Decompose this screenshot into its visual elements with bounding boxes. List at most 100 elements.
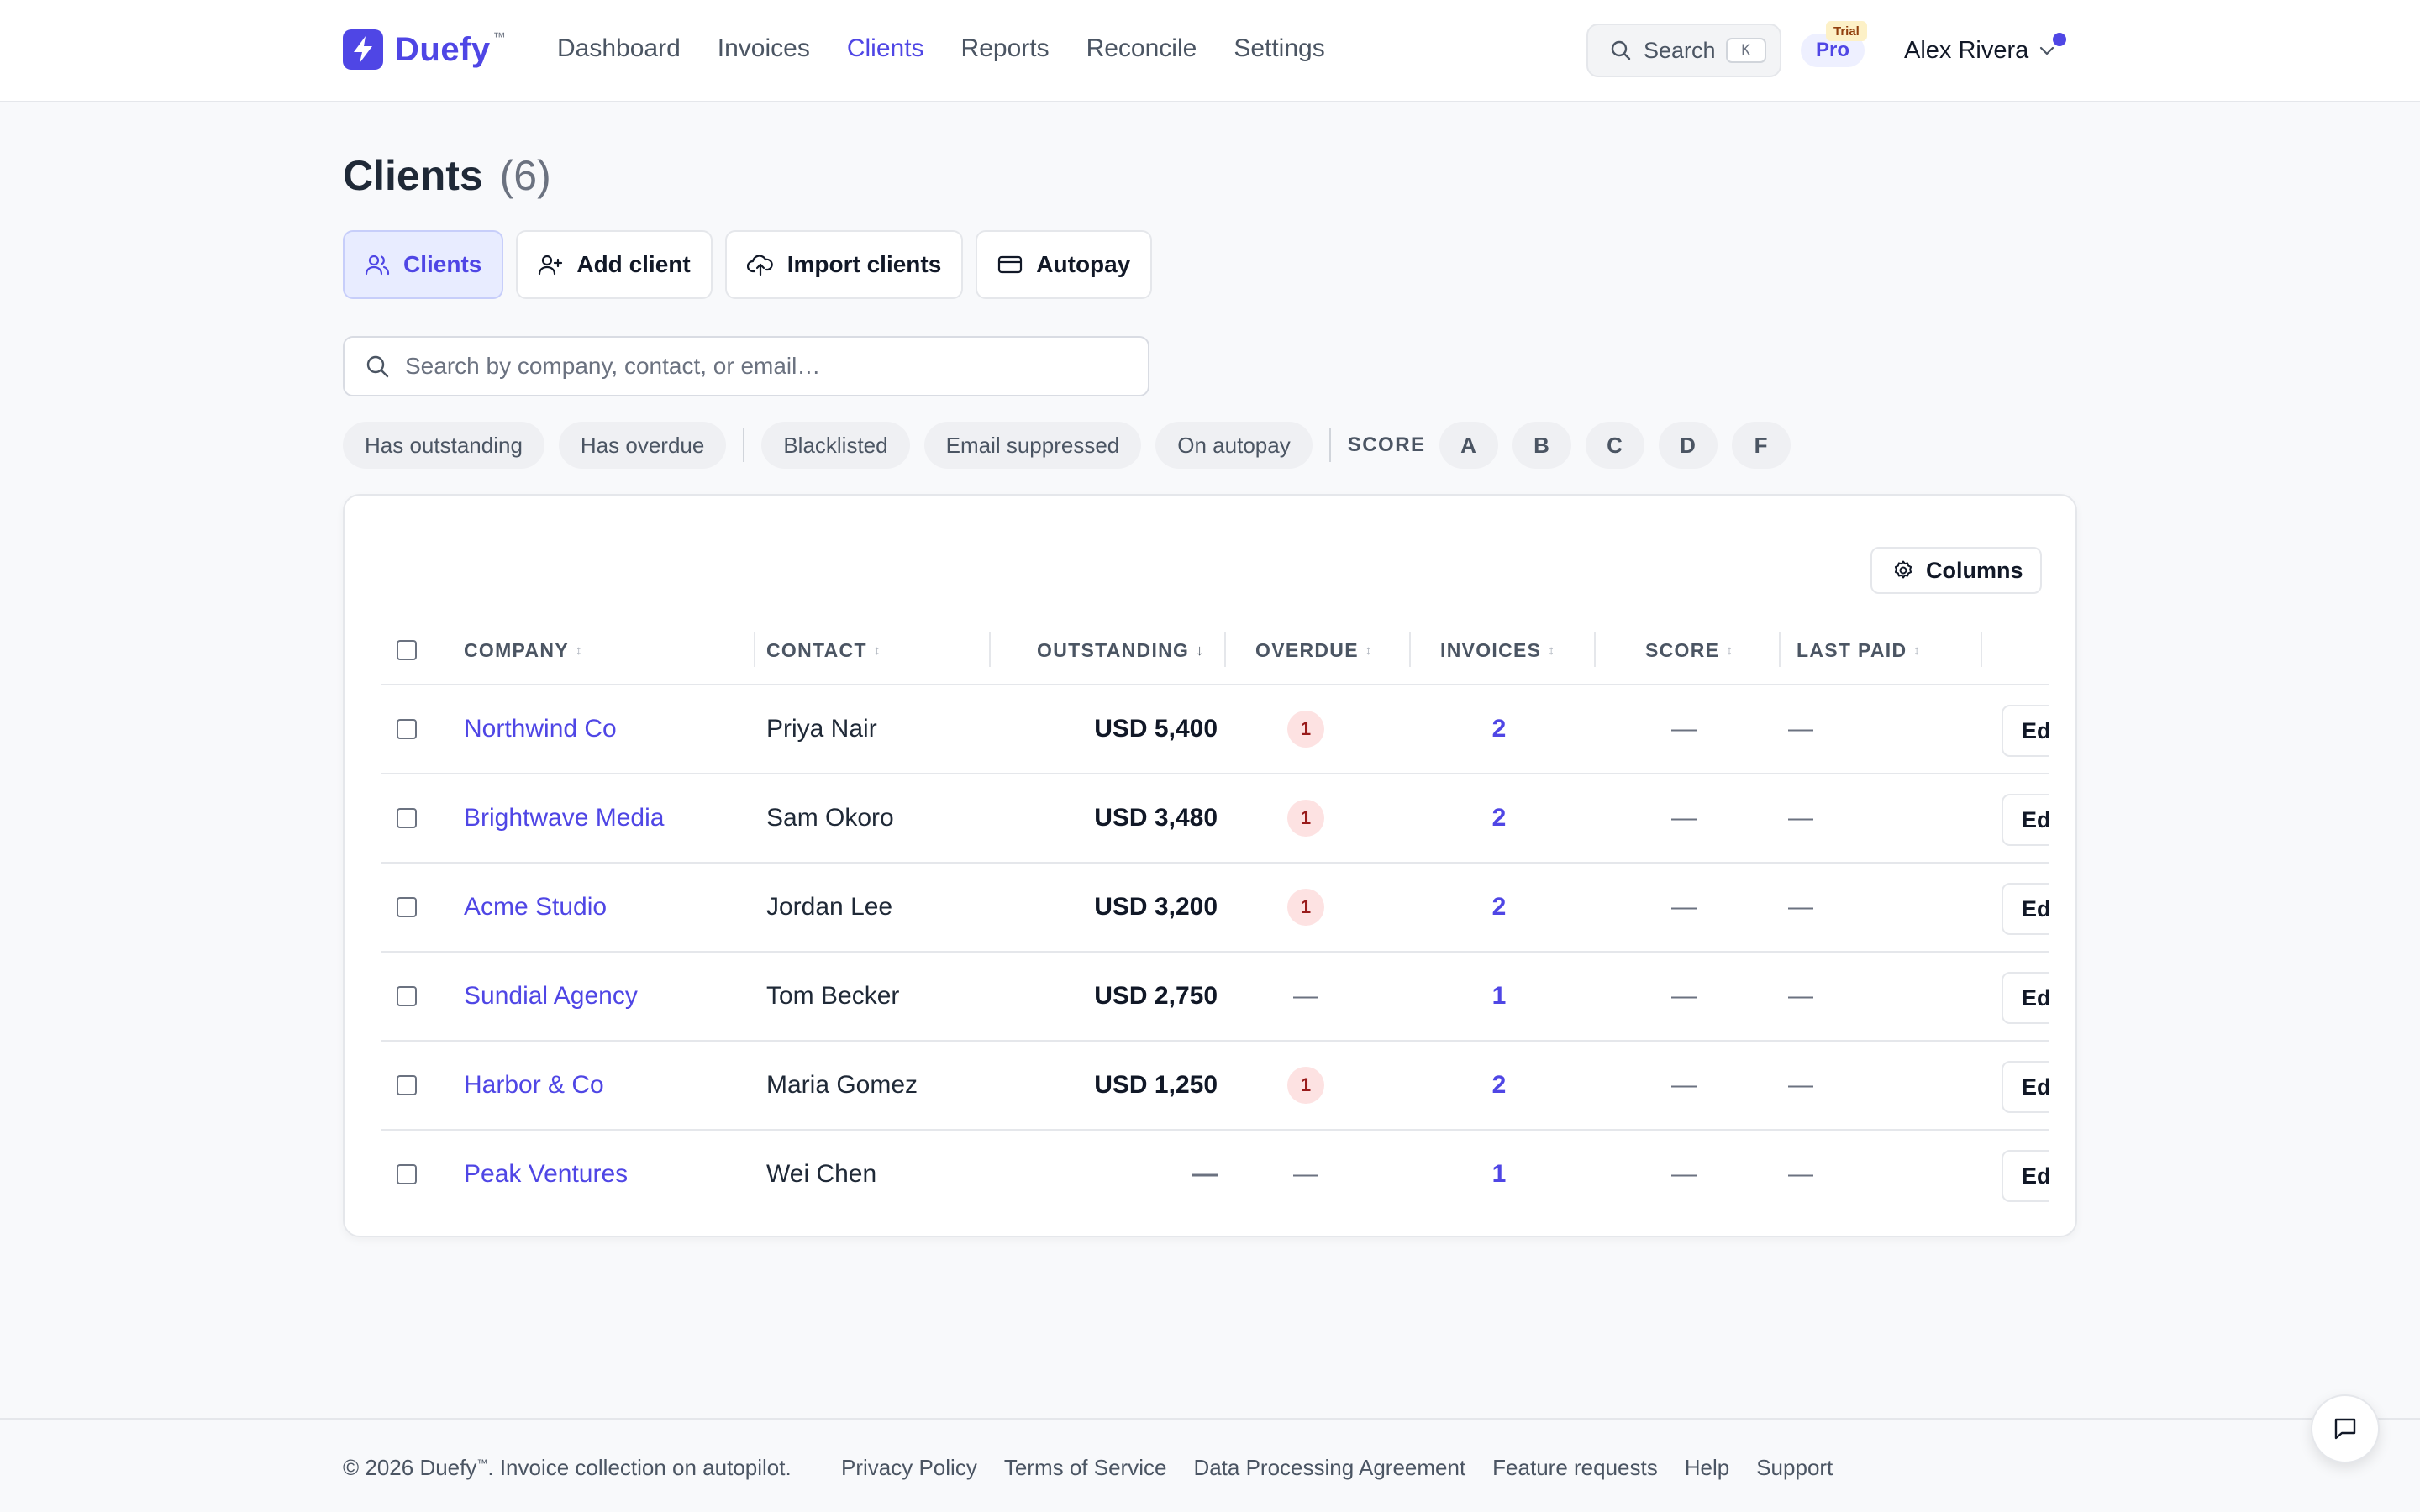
bolt-icon: [343, 29, 383, 70]
outstanding-amount: USD 3,200: [1094, 893, 1218, 921]
overdue-cell: 1: [1230, 1042, 1381, 1129]
table-row[interactable]: Acme Studio Jordan Lee USD 3,200 1 2 — —…: [381, 864, 2049, 953]
score-filter-a[interactable]: A: [1439, 422, 1498, 469]
table-row[interactable]: Peak Ventures Wei Chen — — 1 — — Edi: [381, 1131, 2049, 1220]
footer-dpa[interactable]: Data Processing Agreement: [1193, 1455, 1465, 1481]
header-last-paid[interactable]: LAST PAID ↕: [1797, 615, 1920, 685]
search-shortcut-key: K: [1725, 38, 1766, 63]
filter-blacklisted[interactable]: Blacklisted: [761, 422, 910, 469]
chat-bubble-icon: [2332, 1415, 2359, 1442]
column-divider: [989, 632, 991, 667]
sort-icon: ↕: [1548, 643, 1555, 658]
global-search-button[interactable]: Search K: [1586, 24, 1781, 77]
contact-name: Wei Chen: [766, 1160, 877, 1188]
header-invoices[interactable]: INVOICES ↕: [1440, 615, 1555, 685]
row-checkbox[interactable]: [397, 719, 417, 739]
score-cell: —: [1671, 804, 1697, 832]
invoice-count-link[interactable]: 1: [1492, 982, 1507, 1011]
table-row[interactable]: Brightwave Media Sam Okoro USD 3,480 1 2…: [381, 774, 2049, 864]
header-overdue[interactable]: OVERDUE ↕: [1255, 615, 1371, 685]
nav-settings[interactable]: Settings: [1234, 32, 1324, 66]
row-checkbox[interactable]: [397, 1075, 417, 1095]
company-link[interactable]: Brightwave Media: [464, 774, 664, 862]
score-cell: —: [1671, 1160, 1697, 1188]
table-row[interactable]: Northwind Co Priya Nair USD 5,400 1 2 — …: [381, 685, 2049, 774]
company-link[interactable]: Northwind Co: [464, 685, 617, 773]
copyright-trademark: ™: [476, 1457, 488, 1470]
tab-autopay[interactable]: Autopay: [976, 230, 1153, 299]
score-filter-f[interactable]: F: [1731, 422, 1791, 469]
filter-on-autopay[interactable]: On autopay: [1155, 422, 1313, 469]
brand-logo[interactable]: Duefy ™: [343, 29, 506, 71]
last-paid-cell: —: [1788, 804, 1813, 832]
nav-reconcile[interactable]: Reconcile: [1086, 32, 1197, 66]
score-cell: —: [1671, 982, 1697, 1010]
edit-button[interactable]: Edi: [2002, 794, 2049, 846]
overdue-empty: —: [1293, 982, 1318, 1010]
tab-add-client[interactable]: Add client: [516, 230, 713, 299]
invoice-count-link[interactable]: 1: [1492, 1160, 1507, 1189]
score-filter-d[interactable]: D: [1658, 422, 1718, 469]
nav-clients[interactable]: Clients: [847, 32, 924, 66]
filter-email-suppressed[interactable]: Email suppressed: [923, 422, 1142, 469]
header-contact[interactable]: CONTACT ↕: [766, 615, 880, 685]
header-company[interactable]: COMPANY ↕: [464, 615, 581, 685]
table-row[interactable]: Sundial Agency Tom Becker USD 2,750 — 1 …: [381, 953, 2049, 1042]
score-filter-c[interactable]: C: [1585, 422, 1644, 469]
chat-button[interactable]: [2311, 1394, 2380, 1463]
user-plus-icon: [538, 252, 563, 277]
row-checkbox[interactable]: [397, 1164, 417, 1184]
brand-trademark: ™: [492, 30, 506, 45]
nav-reports[interactable]: Reports: [961, 32, 1050, 66]
client-search-input[interactable]: [405, 353, 1128, 380]
row-checkbox[interactable]: [397, 986, 417, 1006]
tab-clients[interactable]: Clients: [343, 230, 504, 299]
sort-icon: ↕: [1913, 643, 1920, 658]
contact-name: Jordan Lee: [766, 893, 893, 921]
table-row[interactable]: Harbor & Co Maria Gomez USD 1,250 1 2 — …: [381, 1042, 2049, 1131]
invoice-count-link[interactable]: 2: [1492, 1071, 1507, 1100]
filter-divider: [1328, 428, 1331, 462]
row-checkbox[interactable]: [397, 808, 417, 828]
invoice-count-link[interactable]: 2: [1492, 804, 1507, 832]
overdue-cell: 1: [1230, 774, 1381, 862]
invoice-count-link[interactable]: 2: [1492, 893, 1507, 921]
tab-import-clients[interactable]: Import clients: [724, 230, 964, 299]
search-icon: [1610, 39, 1632, 61]
edit-button[interactable]: Edi: [2002, 1061, 2049, 1113]
header-outstanding[interactable]: OUTSTANDING ↓: [1037, 615, 1203, 685]
copyright-tagline: . Invoice collection on autopilot.: [487, 1455, 792, 1480]
filter-has-overdue[interactable]: Has overdue: [558, 422, 727, 469]
select-all-checkbox[interactable]: [397, 640, 417, 660]
user-menu[interactable]: Alex Rivera: [1904, 34, 2055, 67]
edit-button[interactable]: Edi: [2002, 705, 2049, 757]
nav-dashboard[interactable]: Dashboard: [557, 32, 681, 66]
nav-invoices[interactable]: Invoices: [718, 32, 810, 66]
row-select-cell: [397, 685, 417, 773]
client-search-field: [343, 336, 1150, 396]
edit-button[interactable]: Edi: [2002, 1150, 2049, 1202]
edit-button[interactable]: Edi: [2002, 972, 2049, 1024]
company-link[interactable]: Harbor & Co: [464, 1042, 604, 1129]
footer-links: Privacy Policy Terms of Service Data Pro…: [841, 1455, 1833, 1481]
footer-terms-of-service[interactable]: Terms of Service: [1004, 1455, 1167, 1481]
outstanding-cell: USD 3,480: [1003, 774, 1218, 862]
footer-privacy-policy[interactable]: Privacy Policy: [841, 1455, 977, 1481]
company-link[interactable]: Peak Ventures: [464, 1131, 628, 1218]
outstanding-cell: USD 2,750: [1003, 953, 1218, 1040]
header-last-paid-label: LAST PAID: [1797, 638, 1907, 661]
header-score[interactable]: SCORE ↕: [1645, 615, 1733, 685]
column-divider: [1224, 632, 1226, 667]
footer-feature-requests[interactable]: Feature requests: [1492, 1455, 1658, 1481]
overdue-badge: 1: [1287, 800, 1324, 837]
edit-button[interactable]: Edi: [2002, 883, 2049, 935]
sort-icon: ↕: [1365, 643, 1372, 658]
invoice-count-link[interactable]: 2: [1492, 715, 1507, 743]
filter-has-outstanding[interactable]: Has outstanding: [343, 422, 544, 469]
company-link[interactable]: Acme Studio: [464, 864, 607, 951]
footer-help[interactable]: Help: [1685, 1455, 1729, 1481]
row-checkbox[interactable]: [397, 897, 417, 917]
footer-support[interactable]: Support: [1756, 1455, 1833, 1481]
score-filter-b[interactable]: B: [1512, 422, 1571, 469]
company-link[interactable]: Sundial Agency: [464, 953, 638, 1040]
